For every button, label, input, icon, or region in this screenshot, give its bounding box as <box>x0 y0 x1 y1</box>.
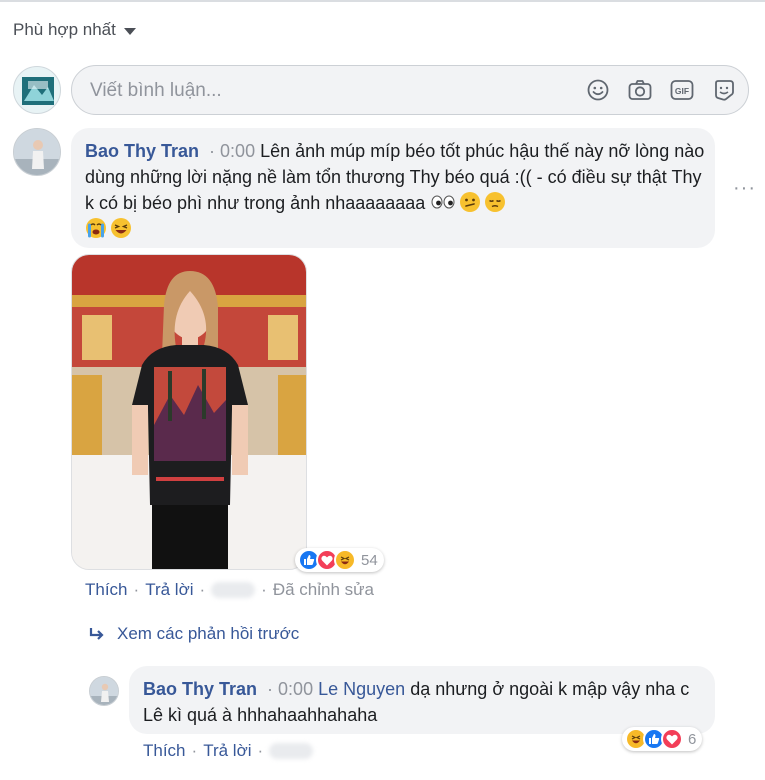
edited-label[interactable]: Đã chỉnh sửa <box>273 580 374 600</box>
sort-dropdown[interactable]: Phù hợp nhất <box>13 20 136 40</box>
comment-author[interactable]: Bao Thy Tran <box>85 141 199 161</box>
comment-input[interactable] <box>88 78 562 104</box>
top-divider <box>0 0 765 2</box>
chevron-down-icon <box>123 27 136 35</box>
comment-timestamp[interactable]: 0:00 <box>220 141 255 161</box>
comment-actions: Thích · Trả lời · · Đã chỉnh sửa <box>85 580 374 600</box>
like-button[interactable]: Thích <box>85 580 128 600</box>
like-button[interactable]: Thích <box>143 741 186 761</box>
reply-author[interactable]: Bao Thy Tran <box>143 679 257 699</box>
comment-photo[interactable] <box>71 254 307 570</box>
reaction-count: 6 <box>688 730 697 748</box>
sticker-icon[interactable] <box>711 77 737 103</box>
comment-timestamp-blurred[interactable] <box>211 582 256 598</box>
haha-reaction-icon <box>334 549 356 571</box>
comment-bubble: Bao Thy Tran · 0:00 Lên ảnh múp míp béo … <box>71 128 715 248</box>
reply-button[interactable]: Trả lời <box>145 580 193 600</box>
reply-actions: Thích · Trả lời · <box>143 741 314 761</box>
reaction-summary[interactable]: 6 <box>622 727 703 751</box>
svg-text:GIF: GIF <box>675 86 689 96</box>
emoji-icon[interactable] <box>585 77 611 103</box>
avatar[interactable] <box>13 128 61 176</box>
more-options-icon[interactable]: ··· <box>733 177 756 200</box>
reply-arrow-icon <box>89 628 104 640</box>
pensive-emoji-icon <box>484 191 506 213</box>
laughing-emoji-icon <box>110 217 132 239</box>
reply-timestamp-blurred[interactable] <box>269 743 314 759</box>
eyes-emoji-icon <box>430 191 456 213</box>
view-previous-replies[interactable]: Xem các phản hồi trước <box>89 624 299 644</box>
crying-emoji-icon <box>85 217 107 239</box>
sort-label: Phù hợp nhất <box>13 20 116 39</box>
reply-bubble: Bao Thy Tran · 0:00 Le Nguyen dạ nhưng ở… <box>129 666 715 734</box>
comment-body: Bao Thy Tran · 0:00 Lên ảnh múp míp béo … <box>85 138 705 242</box>
avatar[interactable] <box>13 66 61 114</box>
reaction-summary[interactable]: 54 <box>295 548 384 572</box>
gif-icon[interactable]: GIF <box>669 77 695 103</box>
comment-composer[interactable]: GIF <box>71 65 749 115</box>
confused-emoji-icon <box>459 191 481 213</box>
view-previous-replies-label: Xem các phản hồi trước <box>117 624 300 643</box>
reply-timestamp[interactable]: 0:00 <box>278 679 313 699</box>
reply-button[interactable]: Trả lời <box>203 741 251 761</box>
reaction-count: 54 <box>361 551 378 569</box>
avatar[interactable] <box>89 676 119 706</box>
reply-body: Bao Thy Tran · 0:00 Le Nguyen dạ nhưng ở… <box>143 679 690 725</box>
camera-icon[interactable] <box>627 77 653 103</box>
reply-mention[interactable]: Le Nguyen <box>318 679 405 699</box>
love-reaction-icon <box>661 728 683 750</box>
